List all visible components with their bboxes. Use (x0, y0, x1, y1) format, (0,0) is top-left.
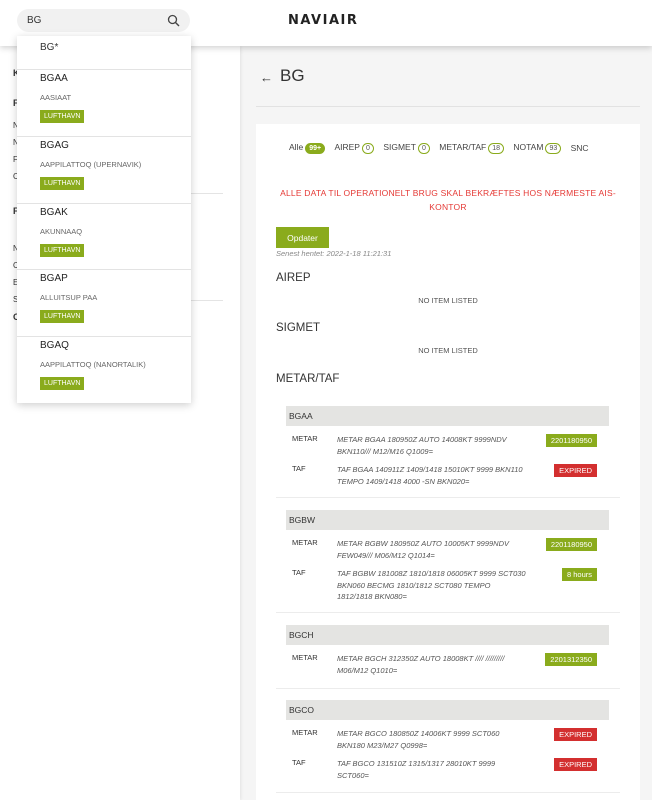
row-type: TAF (292, 758, 306, 767)
tab-label: SIGMET (383, 142, 416, 152)
naviair-logo[interactable]: NAVIAIR (288, 13, 358, 28)
status-badge: 2201180950 (545, 434, 597, 447)
tab-count-badge: 18 (488, 143, 504, 154)
row-text: METAR BGCO 180850Z 14006KT 9999 SCT060 B… (337, 729, 500, 750)
tab-notam[interactable]: NOTAM 93 (513, 142, 562, 154)
row-type: TAF (292, 568, 306, 577)
station-block: BGCH METAR METAR BGCH 312350Z AUTO 18008… (286, 625, 609, 681)
station-code: BGAA (286, 406, 609, 426)
tab-label: NOTAM (513, 142, 544, 152)
last-fetched-timestamp: Senest hentet: 2022-1-18 11:21:31 (276, 249, 392, 258)
dropdown-item[interactable]: BGAA AASIAAT LUFTHAVN (17, 69, 191, 136)
dropdown-item-name: ALLUITSUP PAA (40, 293, 98, 302)
status-badge: 8 hours (561, 568, 597, 581)
dropdown-item-name: AAPPILATTOQ (UPERNAVIK) (40, 160, 142, 169)
airport-badge: LUFTHAVN (40, 110, 85, 123)
tab-label: AIREP (334, 142, 360, 152)
row-text: TAF BGBW 181008Z 1810/1818 06005KT 9999 … (337, 569, 526, 601)
dropdown-item-code: BGAK (40, 207, 68, 218)
station-row: METAR METAR BGCO 180850Z 14006KT 9999 SC… (286, 720, 609, 750)
back-arrow-icon[interactable]: ← (260, 70, 273, 85)
status-badge: EXPIRED (554, 728, 597, 741)
station-row: TAF TAF BGCO 131510Z 1315/1317 28010KT 9… (286, 750, 609, 784)
station-row: METAR METAR BGAA 180950Z AUTO 14008KT 99… (286, 426, 609, 456)
row-type: METAR (292, 653, 318, 662)
tab-count-badge: 93 (545, 143, 562, 154)
station-row: METAR METAR BGBW 180950Z AUTO 10005KT 99… (286, 530, 609, 560)
search-icon[interactable] (167, 14, 180, 27)
station-code: BGBW (286, 510, 609, 530)
dropdown-item[interactable]: BGAP ALLUITSUP PAA LUFTHAVN (17, 269, 191, 336)
row-type: METAR (292, 434, 318, 443)
section-title-sigmet: SIGMET (276, 322, 321, 334)
station-row: TAF TAF BGAA 140911Z 1409/1418 15010KT 9… (286, 456, 609, 490)
station-row: TAF TAF BGBW 181008Z 1810/1818 06005KT 9… (286, 560, 609, 606)
section-title-metar-taf: METAR/TAF (276, 373, 340, 385)
title-divider (256, 106, 640, 107)
section-title-airep: AIREP (276, 272, 311, 284)
tab-label: Alle (289, 142, 304, 152)
page-title: BG (280, 66, 305, 85)
airport-badge: LUFTHAVN (40, 244, 85, 257)
row-text: METAR BGCH 312350Z AUTO 18008KT //// ///… (337, 654, 505, 675)
dropdown-item-code: BGAA (40, 73, 68, 84)
filter-tabs: Alle 99+ AIREP 0 SIGMET 0 METAR/TAF 18 NOTAM… (289, 142, 640, 156)
dropdown-item-name: AAPPILATTOQ (NANORTALIK) (40, 360, 146, 369)
briefing-card: Alle 99+ AIREP 0 SIGMET 0 METAR/TAF 18 NOTAM… (256, 124, 640, 800)
dropdown-wildcard-option[interactable]: BG* (40, 42, 58, 53)
station-divider (276, 497, 620, 498)
tab-snowtam[interactable]: SNC (571, 143, 589, 153)
tab-airep[interactable]: AIREP 0 (334, 142, 374, 154)
tab-label: SNC (570, 143, 589, 153)
tab-metar-taf[interactable]: METAR/TAF 18 (439, 142, 504, 154)
tab-count-badge: 0 (361, 143, 374, 154)
station-block: BGCO METAR METAR BGCO 180850Z 14006KT 99… (286, 700, 609, 784)
airport-badge: LUFTHAVN (40, 310, 85, 323)
dropdown-item-name: AKUNNAAQ (40, 227, 83, 236)
row-type: METAR (292, 538, 318, 547)
dropdown-item-code: BGAQ (40, 340, 69, 351)
status-badge: EXPIRED (554, 758, 597, 771)
dropdown-item-code: BGAG (40, 140, 69, 151)
dropdown-item[interactable]: BGAQ AAPPILATTOQ (NANORTALIK) LUFTHAVN (17, 336, 191, 403)
dropdown-item-code: BGAP (40, 273, 68, 284)
status-badge: EXPIRED (554, 464, 597, 477)
row-text: METAR BGBW 180950Z AUTO 10005KT 9999NDV … (337, 539, 510, 560)
update-button[interactable]: Opdater (276, 227, 329, 248)
dropdown-item[interactable]: BGAK AKUNNAAQ LUFTHAVN (17, 203, 191, 270)
tab-count-badge: 99+ (305, 143, 326, 154)
row-text: TAF BGAA 140911Z 1409/1418 15010KT 9999 … (337, 465, 523, 486)
empty-state: NO ITEM LISTED (418, 296, 478, 305)
dropdown-item[interactable]: BGAG AAPPILATTOQ (UPERNAVIK) LUFTHAVN (17, 136, 191, 203)
airport-badge: LUFTHAVN (40, 377, 85, 390)
status-badge: 2201312350 (545, 653, 597, 666)
empty-state: NO ITEM LISTED (418, 346, 478, 355)
row-text: METAR BGAA 180950Z AUTO 14008KT 9999NDV … (337, 435, 507, 456)
row-text: TAF BGCO 131510Z 1315/1317 28010KT 9999 … (337, 759, 496, 780)
row-type: METAR (292, 728, 318, 737)
row-type: TAF (292, 464, 306, 473)
search-input[interactable] (27, 12, 167, 29)
tab-alle[interactable]: Alle 99+ (289, 142, 326, 154)
station-row: METAR METAR BGCH 312350Z AUTO 18008KT //… (286, 645, 609, 681)
station-divider (276, 612, 620, 613)
station-block: BGBW METAR METAR BGBW 180950Z AUTO 10005… (286, 510, 609, 606)
tab-sigmet[interactable]: SIGMET 0 (383, 142, 430, 154)
station-block: BGAA METAR METAR BGAA 180950Z AUTO 14008… (286, 406, 609, 490)
search-dropdown: BG* BGAA AASIAAT LUFTHAVN BGAG AAPPILATT… (17, 36, 191, 403)
station-divider (276, 688, 620, 689)
dropdown-item-name: AASIAAT (40, 93, 72, 102)
station-code: BGCO (286, 700, 609, 720)
tab-label: METAR/TAF (439, 142, 487, 152)
station-code: BGCH (286, 625, 609, 645)
airport-badge: LUFTHAVN (40, 177, 85, 190)
station-divider (276, 792, 620, 793)
operational-warning: ALLE DATA TIL OPERATIONELT BRUG SKAL BEK… (280, 188, 616, 212)
tab-count-badge: 0 (417, 143, 430, 154)
search-box[interactable] (17, 9, 190, 32)
status-badge: 2201180950 (545, 538, 597, 551)
